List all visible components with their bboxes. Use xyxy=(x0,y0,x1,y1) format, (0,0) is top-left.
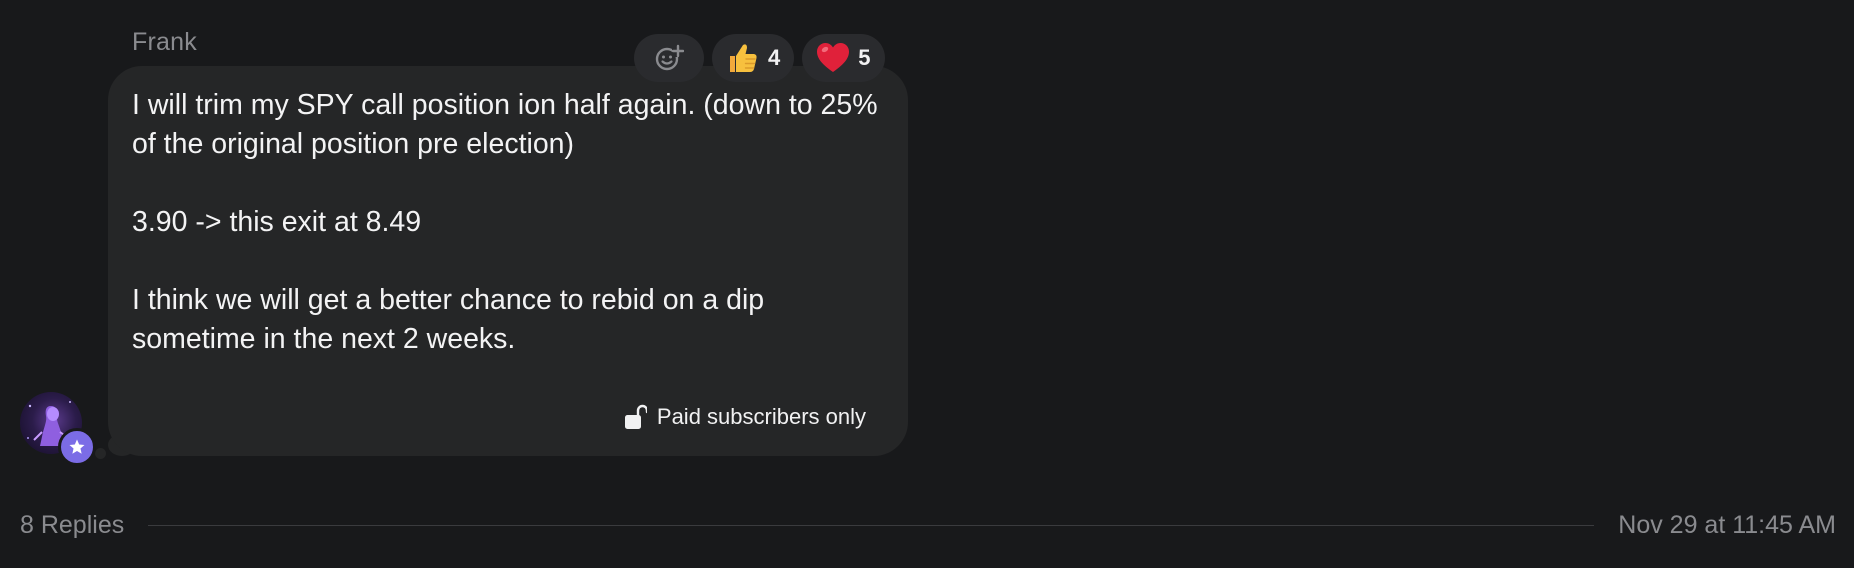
add-reaction-button[interactable] xyxy=(634,34,704,82)
access-label: Paid subscribers only xyxy=(656,404,866,429)
message-bubble[interactable]: I will trim my SPY call position ion hal… xyxy=(108,66,908,456)
paid-subscribers-label: Paid subscribers only xyxy=(624,404,866,430)
subscriber-badge xyxy=(58,428,96,466)
heart-icon xyxy=(816,41,850,75)
message-text: I think we will get a better chance to r… xyxy=(132,284,765,355)
add-reaction-icon xyxy=(654,43,684,73)
reaction-count: 4 xyxy=(768,45,781,70)
thumbs-up-icon xyxy=(726,41,760,75)
star-icon xyxy=(68,438,86,456)
bubble-tail xyxy=(95,448,106,459)
thread-footer: 8 Replies Nov 29 at 11:45 AM xyxy=(20,508,1836,542)
reaction-heart[interactable]: 5 xyxy=(802,34,885,82)
author-name[interactable]: Frank xyxy=(132,28,197,57)
message-text: 3.90 -> this exit at 8.49 xyxy=(132,206,422,238)
message-text: I will trim my SPY call position ion hal… xyxy=(132,89,878,160)
replies-link[interactable]: 8 Replies xyxy=(20,511,124,540)
reaction-thumbs-up[interactable]: 4 xyxy=(712,34,795,82)
unlock-icon xyxy=(624,404,647,430)
reaction-count: 5 xyxy=(858,45,871,70)
timestamp: Nov 29 at 11:45 AM xyxy=(1618,510,1836,539)
divider xyxy=(148,524,1595,526)
post-thread: Frank 4 5 I will trim my SPY call positi… xyxy=(0,0,1854,568)
reaction-bar: 4 5 xyxy=(634,34,885,82)
